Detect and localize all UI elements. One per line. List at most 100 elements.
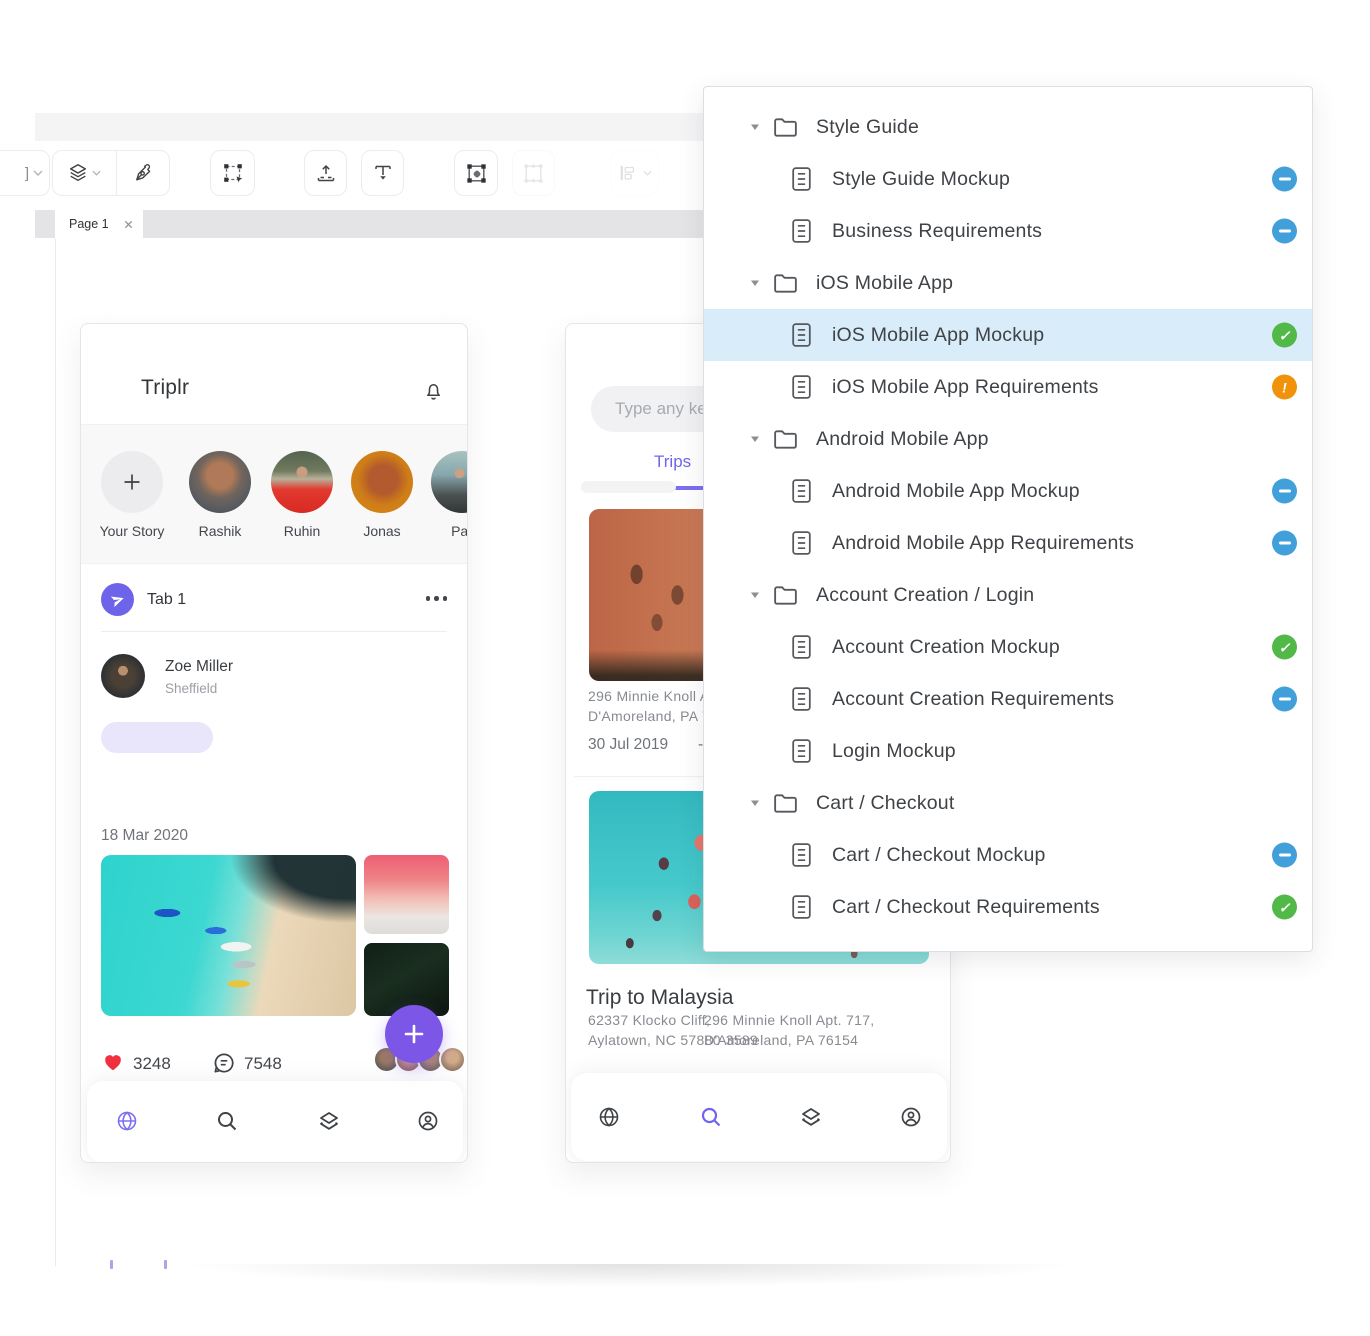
chevron-down-icon bbox=[92, 170, 101, 176]
story-item[interactable]: Par bbox=[418, 451, 468, 539]
story-item[interactable]: Rashik bbox=[176, 451, 264, 539]
status-icon[interactable]: ✓ bbox=[1272, 635, 1297, 660]
story-item[interactable]: Ruhin bbox=[258, 451, 346, 539]
tree-row[interactable]: Cart / Checkout bbox=[704, 777, 1312, 829]
more-options-icon[interactable] bbox=[426, 596, 448, 601]
tree-row[interactable]: Style Guide Mockup bbox=[704, 153, 1312, 205]
tree-item-label: Account Creation Requirements bbox=[832, 688, 1114, 711]
status-icon[interactable] bbox=[1272, 843, 1297, 868]
story-item[interactable]: Your Story bbox=[88, 451, 176, 539]
loading-shimmer bbox=[581, 481, 676, 493]
comment-icon[interactable] bbox=[211, 1050, 237, 1076]
feed-tab-label[interactable]: Tab 1 bbox=[147, 591, 186, 609]
post-date: 18 Mar 2020 bbox=[101, 827, 188, 845]
story-label: Ruhin bbox=[258, 523, 346, 539]
document-icon bbox=[790, 738, 813, 765]
status-icon[interactable] bbox=[1272, 479, 1297, 504]
document-icon bbox=[790, 218, 813, 245]
document-icon bbox=[790, 894, 813, 921]
distribute-tool-button[interactable] bbox=[610, 150, 659, 196]
folder-icon bbox=[772, 427, 799, 451]
frame-handles-icon bbox=[521, 161, 546, 186]
status-icon[interactable]: ✓ bbox=[1272, 895, 1297, 920]
export-tool-button[interactable] bbox=[304, 150, 347, 196]
profile-nav-icon[interactable] bbox=[899, 1105, 923, 1129]
frame-tool-button[interactable] bbox=[454, 150, 498, 196]
tree-item-label: Style Guide Mockup bbox=[832, 168, 1010, 191]
tree-item-label: Account Creation / Login bbox=[816, 584, 1034, 607]
caret-down-icon[interactable] bbox=[750, 799, 760, 807]
mockup-triplr-feed[interactable]: Triplr Your Story Rashik Ruhin Jonas bbox=[80, 323, 468, 1163]
caret-down-icon[interactable] bbox=[750, 435, 760, 443]
text-tool-button[interactable] bbox=[361, 150, 404, 196]
document-icon bbox=[790, 478, 813, 505]
globe-nav-icon[interactable] bbox=[597, 1105, 621, 1129]
tree-row[interactable]: Android Mobile App bbox=[704, 413, 1312, 465]
post-author-avatar[interactable] bbox=[101, 654, 145, 698]
tree-item-label: Cart / Checkout Requirements bbox=[832, 896, 1100, 919]
caret-down-icon[interactable] bbox=[750, 591, 760, 599]
document-icon bbox=[790, 322, 813, 349]
status-icon[interactable] bbox=[1272, 687, 1297, 712]
bottom-nav-bar bbox=[87, 1081, 463, 1163]
frame-alt-tool-button[interactable] bbox=[512, 150, 555, 196]
vector-edit-tool-button[interactable] bbox=[210, 150, 255, 196]
layers-tool-button[interactable] bbox=[53, 151, 117, 195]
tree-row[interactable]: iOS Mobile App Mockup ✓ bbox=[704, 309, 1312, 361]
close-icon[interactable] bbox=[124, 220, 133, 229]
document-icon bbox=[790, 530, 813, 557]
tree-row[interactable]: Cart / Checkout Mockup bbox=[704, 829, 1312, 881]
add-post-fab[interactable] bbox=[385, 1005, 443, 1063]
status-icon[interactable] bbox=[1272, 219, 1297, 244]
canvas-left-edge bbox=[55, 238, 56, 1266]
tree-item-label: Style Guide bbox=[816, 116, 919, 139]
frame-icon bbox=[464, 161, 489, 186]
status-icon[interactable] bbox=[1272, 167, 1297, 192]
caret-down-icon[interactable] bbox=[750, 123, 760, 131]
pen-tool-button[interactable] bbox=[117, 151, 170, 195]
tree-row[interactable]: Account Creation Mockup ✓ bbox=[704, 621, 1312, 673]
story-avatar bbox=[189, 451, 251, 513]
folder-icon bbox=[772, 583, 799, 607]
tree-row[interactable]: Android Mobile App Mockup bbox=[704, 465, 1312, 517]
story-avatar bbox=[101, 451, 163, 513]
status-icon[interactable]: ! bbox=[1272, 375, 1297, 400]
feed-tab-icon[interactable] bbox=[101, 583, 134, 616]
layers-nav-icon[interactable] bbox=[317, 1109, 341, 1133]
notification-bell-icon[interactable] bbox=[422, 378, 445, 403]
search-nav-icon[interactable] bbox=[699, 1105, 723, 1129]
document-tree-panel: Style Guide Style Guide Mockup Business … bbox=[703, 86, 1313, 952]
tree-row[interactable]: Cart / Checkout Requirements ✓ bbox=[704, 881, 1312, 933]
globe-nav-icon[interactable] bbox=[115, 1109, 139, 1133]
tree-item-label: iOS Mobile App Requirements bbox=[832, 376, 1099, 399]
tree-item-label: Login Mockup bbox=[832, 740, 956, 763]
distribute-icon bbox=[617, 162, 639, 184]
design-tool-window: ] bbox=[0, 0, 1370, 1336]
status-icon[interactable] bbox=[1272, 531, 1297, 556]
tree-row[interactable]: Style Guide bbox=[704, 101, 1312, 153]
tree-row[interactable]: Business Requirements bbox=[704, 205, 1312, 257]
tree-row[interactable]: iOS Mobile App bbox=[704, 257, 1312, 309]
trip-address-right: D'Amoreland, PA 76154 bbox=[704, 1032, 858, 1048]
layers-nav-icon[interactable] bbox=[799, 1105, 823, 1129]
bracket-tool-button[interactable]: ] bbox=[0, 150, 50, 196]
tab-trips[interactable]: Trips bbox=[654, 452, 691, 472]
status-icon[interactable]: ✓ bbox=[1272, 323, 1297, 348]
tree-row[interactable]: Account Creation / Login bbox=[704, 569, 1312, 621]
page-tab[interactable]: Page 1 bbox=[55, 210, 143, 238]
tree-row[interactable]: Account Creation Requirements bbox=[704, 673, 1312, 725]
tree-item-label: iOS Mobile App Mockup bbox=[832, 324, 1044, 347]
story-avatar bbox=[271, 451, 333, 513]
tree-row[interactable]: Login Mockup bbox=[704, 725, 1312, 777]
caret-down-icon[interactable] bbox=[750, 279, 760, 287]
search-nav-icon[interactable] bbox=[215, 1109, 239, 1133]
like-heart-icon[interactable] bbox=[101, 1051, 125, 1073]
profile-nav-icon[interactable] bbox=[416, 1109, 440, 1133]
story-item[interactable]: Jonas bbox=[338, 451, 426, 539]
tree-row[interactable]: Android Mobile App Requirements bbox=[704, 517, 1312, 569]
tree-row[interactable]: iOS Mobile App Requirements ! bbox=[704, 361, 1312, 413]
chevron-down-icon bbox=[33, 170, 43, 176]
app-title: Triplr bbox=[141, 376, 189, 400]
story-label: Par bbox=[418, 523, 468, 539]
trip-address-left: 62337 Klocko Cliff, bbox=[588, 1012, 710, 1028]
